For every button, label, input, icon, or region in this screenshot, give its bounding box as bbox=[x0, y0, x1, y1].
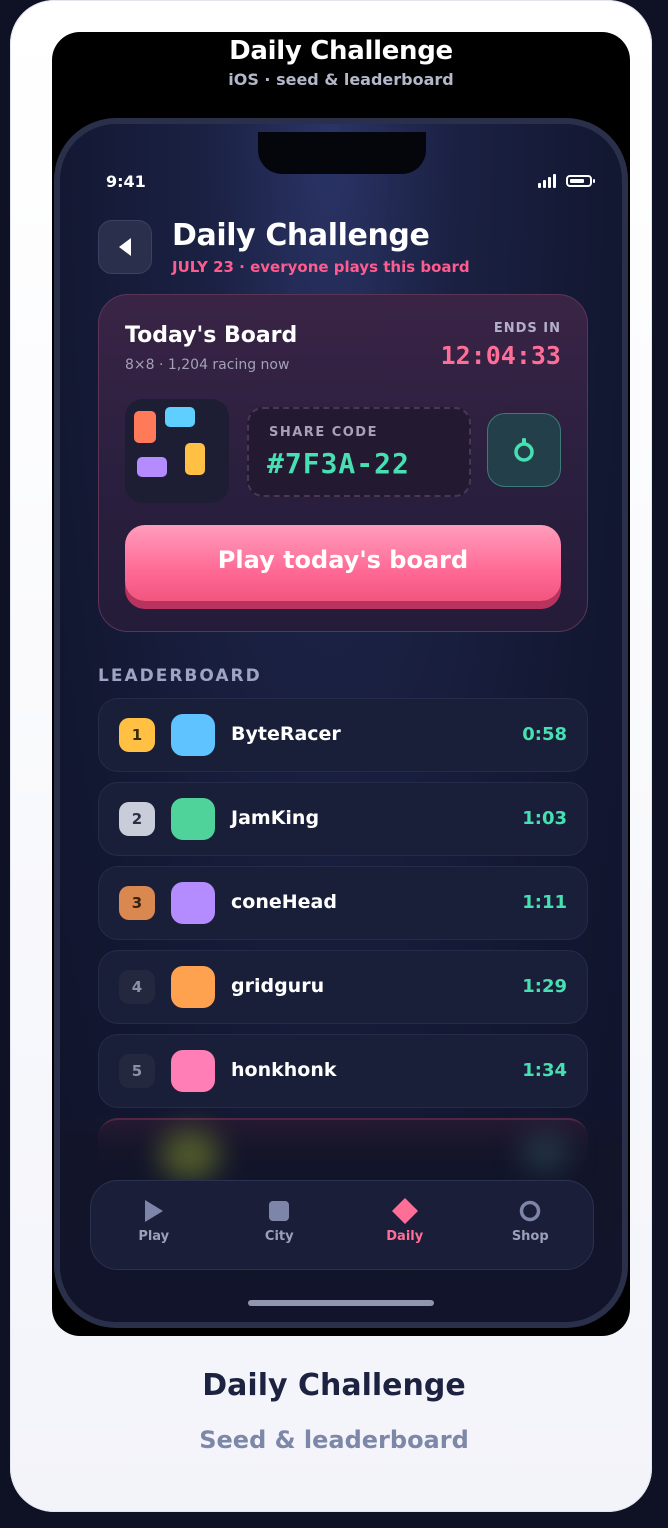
back-button[interactable] bbox=[98, 220, 152, 274]
tab-bar: Play City Daily Shop bbox=[90, 1180, 594, 1270]
page-subtitle: JULY 23 · everyone plays this board bbox=[172, 258, 470, 276]
player-time: 1:11 bbox=[522, 892, 567, 913]
frame-subtitle: iOS · seed & leaderboard bbox=[228, 70, 454, 89]
player-time: 0:58 bbox=[522, 724, 567, 745]
rank-badge: 1 bbox=[119, 718, 155, 752]
avatar bbox=[171, 966, 215, 1008]
tab-label: Play bbox=[138, 1229, 170, 1244]
player-name: ByteRacer bbox=[231, 723, 341, 745]
tab-label: City bbox=[264, 1229, 294, 1244]
player-name: honkhonk bbox=[231, 1059, 337, 1081]
rank-badge: 4 bbox=[119, 970, 155, 1004]
todays-board-card: Today's Board 8×8 · 1,204 racing now END… bbox=[98, 294, 588, 632]
avatar bbox=[171, 882, 215, 924]
signal-icon bbox=[538, 174, 556, 188]
notch bbox=[258, 132, 426, 174]
avatar bbox=[171, 798, 215, 840]
leaderboard-list: 1 ByteRacer 0:58 2 JamKing 1:03 3 coneHe… bbox=[98, 698, 588, 1118]
leaderboard-title: LEADERBOARD bbox=[98, 666, 262, 686]
frame-title: Daily Challenge bbox=[229, 36, 453, 66]
status-time: 9:41 bbox=[106, 172, 146, 191]
ends-in-label: ENDS IN bbox=[493, 321, 561, 336]
leaderboard-row[interactable]: 5 honkhonk 1:34 bbox=[98, 1034, 588, 1108]
phone-frame: 9:41 Daily Challenge JULY 23 · everyone … bbox=[54, 118, 628, 1328]
home-indicator[interactable] bbox=[248, 1300, 434, 1306]
thumb-piece bbox=[185, 443, 205, 475]
chevron-left-icon bbox=[119, 238, 131, 256]
thumb-piece bbox=[134, 411, 156, 443]
share-code-box[interactable]: SHARE CODE #7F3A-22 bbox=[247, 407, 471, 497]
tab-city[interactable]: City bbox=[217, 1181, 343, 1269]
leaderboard-row[interactable]: 1 ByteRacer 0:58 bbox=[98, 698, 588, 772]
leaderboard-row[interactable]: 2 JamKing 1:03 bbox=[98, 782, 588, 856]
share-button[interactable] bbox=[487, 413, 561, 487]
city-icon bbox=[269, 1201, 290, 1221]
leaderboard-row[interactable]: 3 coneHead 1:11 bbox=[98, 866, 588, 940]
tab-label: Shop bbox=[511, 1229, 549, 1244]
shop-icon bbox=[520, 1200, 541, 1222]
battery-icon bbox=[566, 175, 595, 187]
player-name: JamKing bbox=[231, 807, 320, 829]
board-title: Today's Board bbox=[125, 323, 298, 348]
tab-daily[interactable]: Daily bbox=[342, 1181, 468, 1269]
player-name: gridguru bbox=[231, 975, 325, 997]
footer-subtitle: Seed & leaderboard bbox=[199, 1426, 469, 1454]
tab-play[interactable]: Play bbox=[91, 1181, 217, 1269]
player-time: 1:03 bbox=[522, 808, 567, 829]
thumb-piece bbox=[137, 457, 167, 477]
leaderboard-row[interactable]: 4 gridguru 1:29 bbox=[98, 950, 588, 1024]
avatar bbox=[171, 1050, 215, 1092]
share-code-value: #7F3A-22 bbox=[267, 447, 410, 480]
status-icons bbox=[538, 174, 595, 188]
device-stage: Daily Challenge iOS · seed & leaderboard… bbox=[52, 32, 630, 1336]
play-icon bbox=[144, 1200, 163, 1222]
player-time: 1:34 bbox=[522, 1060, 567, 1081]
phone-screen: 9:41 Daily Challenge JULY 23 · everyone … bbox=[60, 124, 622, 1322]
rank-badge: 5 bbox=[119, 1054, 155, 1088]
player-time: 1:29 bbox=[522, 976, 567, 997]
play-todays-board-button[interactable]: Play today's board bbox=[125, 525, 561, 601]
tab-shop[interactable]: Shop bbox=[468, 1181, 594, 1269]
thumb-piece bbox=[165, 407, 195, 427]
board-thumbnail bbox=[125, 399, 229, 503]
rank-badge: 2 bbox=[119, 802, 155, 836]
share-code-label: SHARE CODE bbox=[269, 425, 378, 440]
page-title: Daily Challenge bbox=[172, 218, 430, 253]
diamond-icon bbox=[391, 1198, 418, 1224]
showcase-card: Daily Challenge iOS · seed & leaderboard… bbox=[10, 0, 652, 1512]
countdown-timer: 12:04:33 bbox=[440, 341, 561, 370]
tab-label: Daily bbox=[386, 1229, 424, 1244]
share-ring-icon bbox=[514, 438, 534, 462]
player-name: coneHead bbox=[231, 891, 337, 913]
rank-badge: 3 bbox=[119, 886, 155, 920]
avatar bbox=[171, 714, 215, 756]
blur-glow bbox=[160, 1130, 220, 1180]
blur-glow bbox=[520, 1132, 570, 1172]
board-meta: 8×8 · 1,204 racing now bbox=[125, 357, 290, 373]
footer-title: Daily Challenge bbox=[202, 1368, 466, 1403]
